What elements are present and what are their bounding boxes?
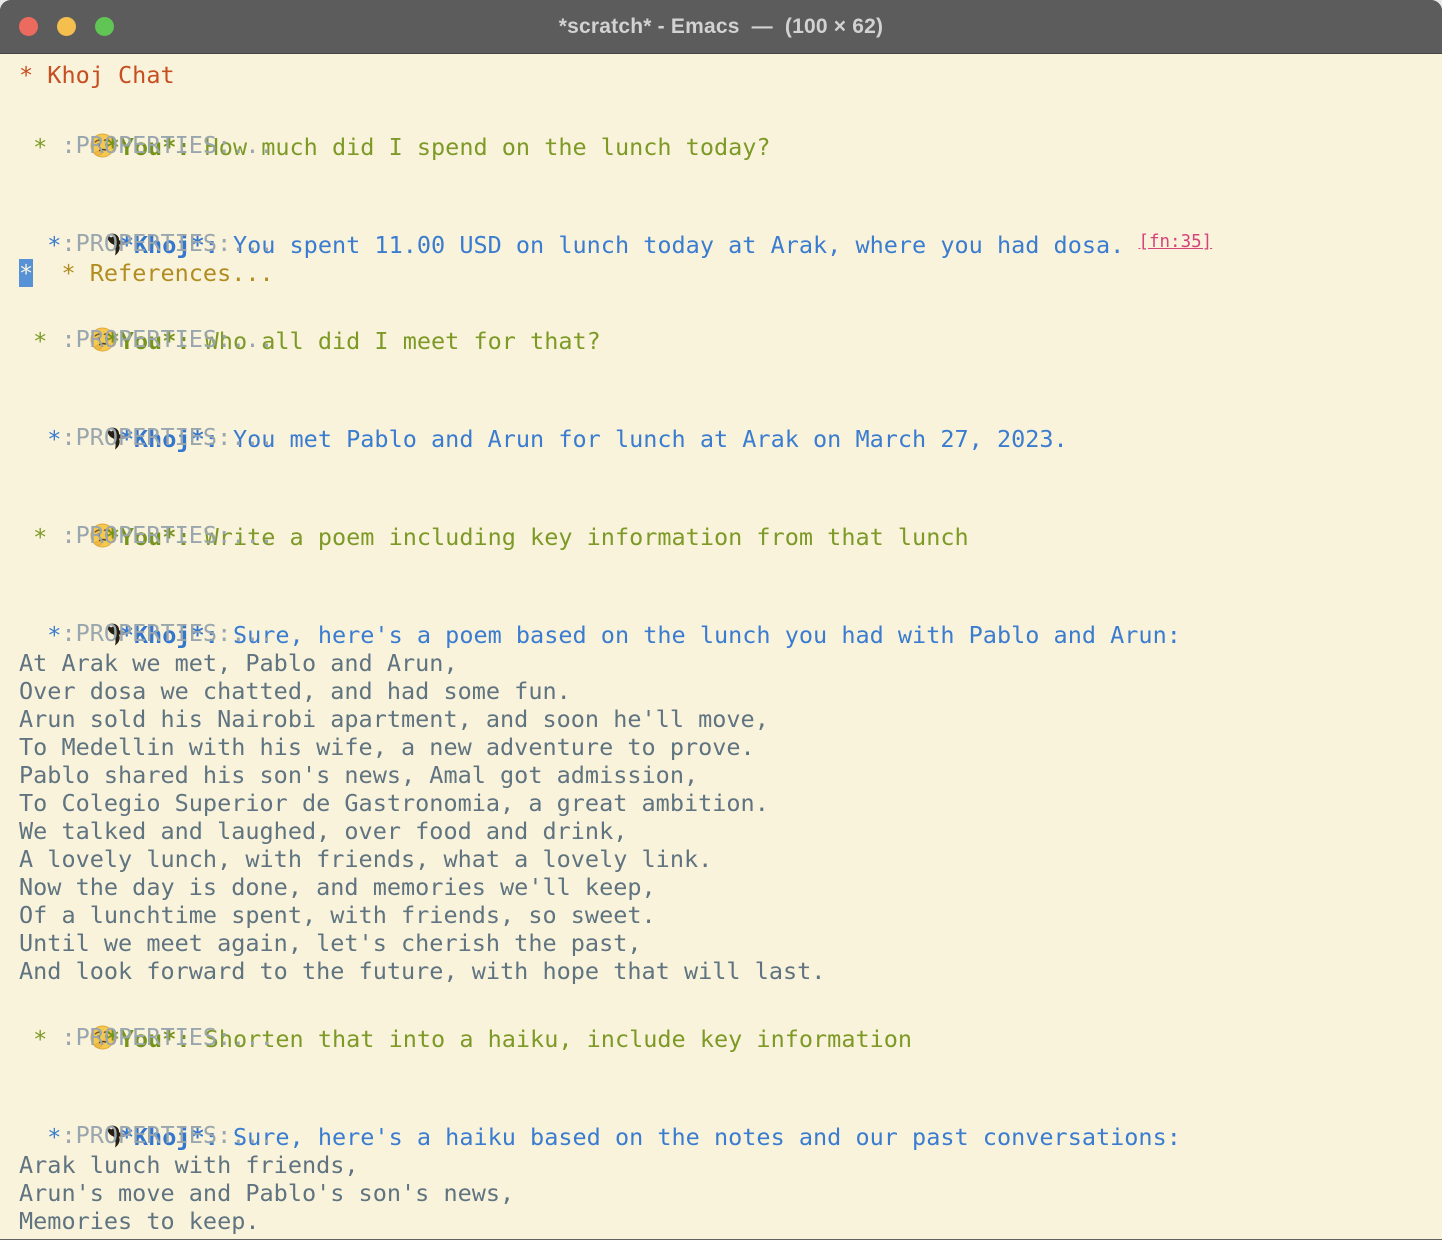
buffer-line: Until we meet again, let's cherish the p… (19, 929, 1442, 957)
text-segment: Arun's move and Pablo's son's news, (19, 1179, 514, 1207)
buffer-line: * *You*: How much did I spend on the lun… (19, 93, 1442, 129)
buffer-line: * *You*: Who all did I meet for that? (19, 287, 1442, 323)
properties-drawer[interactable]: :PROPERTIES:... (19, 325, 274, 353)
window-title: *scratch* - Emacs — (100 × 62) (559, 15, 884, 39)
buffer-line: * * References... (19, 259, 1442, 287)
buffer-line: Arun's move and Pablo's son's news, (19, 1179, 1442, 1207)
buffer-line: Arun sold his Nairobi apartment, and soo… (19, 705, 1442, 733)
text-segment: How much did I spend on the lunch today? (191, 133, 771, 161)
properties-drawer[interactable]: :PROPERTIES:... (19, 229, 274, 257)
text-segment: Until we meet again, let's cherish the p… (19, 929, 642, 957)
text-segment: Of a lunchtime spent, with friends, so s… (19, 901, 656, 929)
cursor: * (19, 259, 33, 287)
text-segment: Pablo shared his son's news, Amal got ad… (19, 761, 698, 789)
buffer-line (19, 1053, 1442, 1083)
text-segment: Memories to keep. (19, 1207, 260, 1235)
text-segment: Write a poem including key information f… (191, 523, 969, 551)
window-titlebar[interactable]: *scratch* - Emacs — (100 × 62) (0, 0, 1442, 54)
text-segment: To Colegio Superior de Gastronomia, a gr… (19, 789, 769, 817)
buffer-line: Memories to keep. (19, 1207, 1442, 1235)
properties-drawer[interactable]: :PROPERTIES:... (19, 521, 274, 549)
buffer-line: * *Khoj*: You spent 11.00 USD on lunch t… (19, 191, 1442, 227)
buffer-line: Over dosa we chatted, and had some fun. (19, 677, 1442, 705)
org-heading-khoj-chat: * Khoj Chat (19, 61, 175, 89)
properties-drawer[interactable]: :PROPERTIES:... (19, 1023, 274, 1051)
buffer-line: And look forward to the future, with hop… (19, 957, 1442, 985)
text-segment: At Arak we met, Pablo and Arun, (19, 649, 458, 677)
buffer-line: At Arak we met, Pablo and Arun, (19, 649, 1442, 677)
properties-drawer[interactable]: :PROPERTIES:... (19, 619, 274, 647)
text-segment: Sure, here's a haiku based on the notes … (219, 1123, 1181, 1151)
buffer-line: Arak lunch with friends, (19, 1151, 1442, 1179)
text-segment: Now the day is done, and memories we'll … (19, 873, 656, 901)
text-segment: You met Pablo and Arun for lunch at Arak… (219, 425, 1068, 453)
minimize-button[interactable] (57, 17, 76, 36)
properties-drawer[interactable]: :PROPERTIES:... (19, 423, 274, 451)
buffer-line: * *Khoj*: Sure, here's a haiku based on … (19, 1083, 1442, 1119)
emacs-window: *scratch* - Emacs — (100 × 62) * Khoj Ch… (0, 0, 1442, 1240)
text-segment: We talked and laughed, over food and dri… (19, 817, 627, 845)
properties-drawer[interactable]: :PROPERTIES:... (19, 1121, 274, 1149)
properties-drawer[interactable]: :PROPERTIES:... (19, 131, 274, 159)
editor-buffer[interactable]: * Khoj Chat * *You*: How much did I spen… (0, 54, 1442, 1239)
buffer-line: To Colegio Superior de Gastronomia, a gr… (19, 789, 1442, 817)
close-button[interactable] (19, 17, 38, 36)
buffer-line (19, 453, 1442, 483)
buffer-line: A lovely lunch, with friends, what a lov… (19, 845, 1442, 873)
buffer-line: Of a lunchtime spent, with friends, so s… (19, 901, 1442, 929)
references-heading[interactable]: * References... (61, 259, 273, 287)
buffer-line (19, 355, 1442, 385)
buffer-line: Pablo shared his son's news, Amal got ad… (19, 761, 1442, 789)
text-segment (33, 259, 61, 287)
text-segment: To Medellin with his wife, a new adventu… (19, 733, 755, 761)
zoom-button[interactable] (95, 17, 114, 36)
buffer-line: * Khoj Chat (19, 57, 1442, 93)
text-segment: Arun sold his Nairobi apartment, and soo… (19, 705, 769, 733)
buffer-line: * *You*: Write a poem including key info… (19, 483, 1442, 519)
text-segment: Arak lunch with friends, (19, 1151, 359, 1179)
buffer-line: :PROPERTIES:... (19, 323, 1442, 355)
text-segment: A lovely lunch, with friends, what a lov… (19, 845, 712, 873)
buffer-line: * *Khoj*: You met Pablo and Arun for lun… (19, 385, 1442, 421)
footnote-link[interactable]: [fn:35] (1138, 232, 1212, 252)
text-segment: Sure, here's a poem based on the lunch y… (219, 621, 1181, 649)
buffer-line (19, 551, 1442, 581)
text-segment: And look forward to the future, with hop… (19, 957, 825, 985)
text-segment: Shorten that into a haiku, include key i… (191, 1025, 913, 1053)
buffer-line: * *Khoj*: Sure, here's a poem based on t… (19, 581, 1442, 617)
buffer-line: To Medellin with his wife, a new adventu… (19, 733, 1442, 761)
buffer-line: We talked and laughed, over food and dri… (19, 817, 1442, 845)
buffer-line: Now the day is done, and memories we'll … (19, 873, 1442, 901)
traffic-lights (19, 0, 114, 53)
text-segment: Over dosa we chatted, and had some fun. (19, 677, 571, 705)
buffer-line: * *You*: Shorten that into a haiku, incl… (19, 985, 1442, 1021)
text-segment: You spent 11.00 USD on lunch today at Ar… (219, 231, 1139, 259)
buffer-line (19, 161, 1442, 191)
